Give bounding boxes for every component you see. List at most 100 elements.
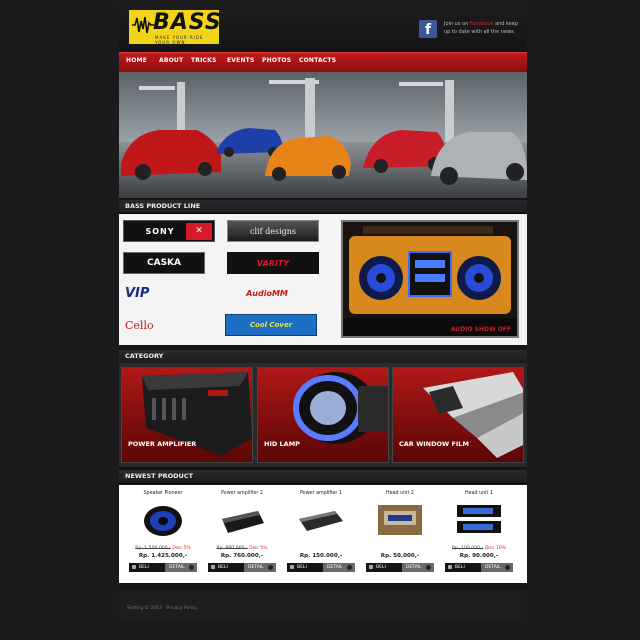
speaker-image[interactable]	[139, 501, 187, 539]
product-buttons: BELI DETAIL	[445, 563, 513, 572]
section-header-category: CATEGORY	[119, 350, 527, 364]
product-price: Rp. 90.000,-	[459, 553, 499, 559]
product-card: Head unit 1 Rp. 100.000,- Disc 10% Rp. 9…	[443, 485, 515, 583]
brand-logo-sony[interactable]: SONY ✕	[123, 220, 215, 242]
product-name[interactable]: Power amplifier 1	[285, 491, 357, 496]
detail-button[interactable]: DETAIL	[323, 563, 355, 572]
site-footer: Sorting © 2013 · Privacy Policy	[119, 590, 527, 618]
section-header-product-line: BASS PRODUCT LINE	[119, 200, 527, 214]
discount: Disc 10%	[484, 546, 507, 551]
product-card: Head unit 2 Rp. 50.000,- BELI DETAIL	[364, 485, 436, 583]
category-label: POWER AMPLIFIER	[128, 440, 197, 448]
logo-tagline: MAKE YOUR RIDE YOUR OWN	[155, 35, 204, 45]
hero-banner-cars	[119, 72, 527, 198]
head-unit-image[interactable]	[455, 501, 503, 539]
facebook-promo-pre: Join us on	[444, 21, 470, 27]
discount: Disc 5%	[249, 546, 268, 551]
category-power-amplifier[interactable]: POWER AMPLIFIER	[121, 367, 253, 463]
product-buttons: BELI DETAIL	[129, 563, 197, 572]
brand-logo-caska[interactable]: CASKA	[123, 252, 205, 274]
brand-logo-audiomm[interactable]: AudioMM	[225, 282, 309, 304]
brand-name: Cool Cover	[249, 321, 293, 329]
buy-button[interactable]: BELI	[366, 563, 402, 572]
nav-events[interactable]: EVENTS	[227, 57, 254, 64]
brand-logo-vip[interactable]: VIP	[125, 282, 185, 304]
logo-text: BASS	[153, 10, 222, 35]
brand-name: VIP	[125, 285, 150, 301]
page: BASS MAKE YOUR RIDE YOUR OWN f Join us o…	[119, 0, 527, 618]
product-name[interactable]: Speaker Pioneer	[127, 491, 199, 496]
brand-name: AudioMM	[246, 288, 288, 298]
brand-logo-cool-cover[interactable]: Cool Cover	[225, 314, 317, 336]
bass-logo[interactable]: BASS MAKE YOUR RIDE YOUR OWN	[128, 9, 222, 45]
hid-lamp-image	[293, 372, 388, 444]
product-name[interactable]: Power amplifier 2	[206, 491, 278, 496]
product-buttons: BELI DETAIL	[287, 563, 355, 572]
product-card: Speaker Pioneer Rp. 1.500.000,- Disc 5% …	[127, 485, 199, 583]
buy-button[interactable]: BELI	[445, 563, 481, 572]
product-price: Rp. 1.425.000,-	[138, 553, 188, 559]
category-label: HID LAMP	[264, 440, 300, 448]
category-grid: POWER AMPLIFIER HID LAMP CAR WINDOW FILM	[119, 363, 527, 467]
product-price: Rp. 760.000,-	[220, 553, 264, 559]
brand-name: Cello	[125, 318, 154, 332]
category-label: CAR WINDOW FILM	[399, 440, 469, 448]
product-card: Power amplifier 1 Rp. 150.000,- BELI DET…	[285, 485, 357, 583]
audio-install-image	[343, 222, 517, 336]
brand-logo-clif-designs[interactable]: clif designs	[227, 220, 319, 242]
section-title: CATEGORY	[125, 352, 164, 360]
product-list: Speaker Pioneer Rp. 1.500.000,- Disc 5% …	[119, 485, 527, 583]
section-title: BASS PRODUCT LINE	[125, 202, 201, 210]
nav-contacts[interactable]: CONTACTS	[299, 57, 336, 64]
facebook-icon[interactable]: f	[419, 20, 437, 38]
facebook-link[interactable]: Facebook	[470, 21, 494, 27]
amplifier-image	[142, 372, 252, 456]
brand-logo-cello[interactable]: Cello	[125, 314, 209, 336]
detail-button[interactable]: DETAIL	[402, 563, 434, 572]
facebook-promo: Join us on Facebook and keep up to date …	[444, 20, 522, 36]
product-old-price: Rp. 1.500.000,- Disc 5%	[127, 546, 199, 551]
brand-name: clif designs	[250, 226, 296, 236]
brand-name: SONY	[145, 226, 175, 236]
section-title: NEWEST PRODUCT	[125, 472, 194, 480]
section-header-newest: NEWEST PRODUCT	[119, 470, 527, 484]
head-unit-image[interactable]	[376, 501, 424, 539]
category-car-window-film[interactable]: CAR WINDOW FILM	[392, 367, 524, 463]
window-film-image	[423, 372, 523, 458]
nav-home[interactable]: HOME	[126, 57, 147, 64]
site-header: BASS MAKE YOUR RIDE YOUR OWN f Join us o…	[119, 0, 527, 52]
strike-price: Rp. 1.500.000,-	[135, 546, 171, 551]
nav-tricks[interactable]: TRICKS	[191, 57, 217, 64]
strike-price: Rp. 800.000,-	[216, 546, 248, 551]
detail-button[interactable]: DETAIL	[244, 563, 276, 572]
detail-button[interactable]: DETAIL	[165, 563, 197, 572]
amplifier-image[interactable]	[297, 501, 345, 539]
nav-photos[interactable]: PHOTOS	[262, 57, 291, 64]
brand-name: CASKA	[147, 258, 181, 268]
brand-name: VARITY	[256, 258, 290, 268]
product-old-price: Rp. 100.000,- Disc 10%	[443, 546, 515, 551]
discount: Disc 5%	[172, 546, 191, 551]
product-name[interactable]: Head unit 2	[364, 491, 436, 496]
brand-grid: SONY ✕ clif designs CASKA VARITY VIP Aud…	[119, 214, 527, 345]
audio-show-off-banner[interactable]: AUDIO SHOW OFF	[341, 220, 519, 338]
nav-about[interactable]: ABOUT	[159, 57, 183, 64]
amplifier-image[interactable]	[218, 501, 266, 539]
product-price: Rp. 50.000,-	[380, 553, 420, 559]
product-price: Rp. 150.000,-	[299, 553, 343, 559]
strike-price: Rp. 100.000,-	[451, 546, 484, 551]
main-nav: HOME ABOUT TRICKS EVENTS PHOTOS CONTACTS	[119, 52, 527, 72]
category-hid-lamp[interactable]: HID LAMP	[257, 367, 389, 463]
detail-button[interactable]: DETAIL	[481, 563, 513, 572]
product-name[interactable]: Head unit 1	[443, 491, 515, 496]
product-old-price: Rp. 800.000,- Disc 5%	[206, 546, 278, 551]
product-buttons: BELI DETAIL	[366, 563, 434, 572]
sony-x-icon: ✕	[186, 223, 212, 240]
buy-button[interactable]: BELI	[287, 563, 323, 572]
buy-button[interactable]: BELI	[129, 563, 165, 572]
sound-wave-icon	[132, 16, 154, 34]
buy-button[interactable]: BELI	[208, 563, 244, 572]
product-card: Power amplifier 2 Rp. 800.000,- Disc 5% …	[206, 485, 278, 583]
brand-logo-varity[interactable]: VARITY	[227, 252, 319, 274]
showoff-label: AUDIO SHOW OFF	[450, 326, 511, 333]
